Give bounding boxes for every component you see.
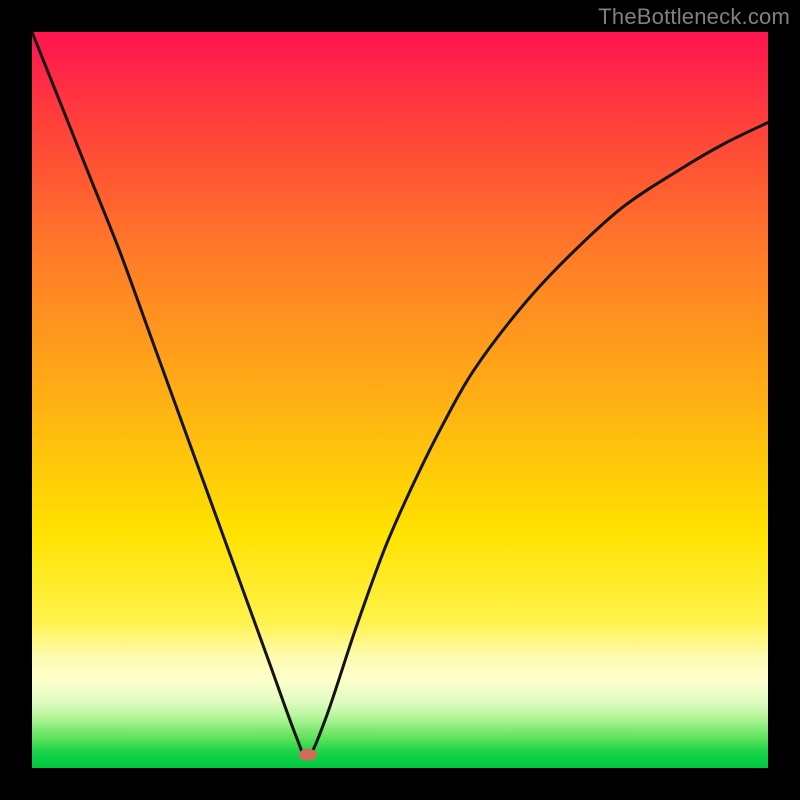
plot-area: [32, 32, 768, 768]
minimum-marker: [299, 749, 317, 761]
watermark-text: TheBottleneck.com: [598, 4, 790, 30]
bottleneck-curve: [32, 32, 768, 758]
chart-frame: TheBottleneck.com: [0, 0, 800, 800]
chart-svg: [32, 32, 768, 768]
